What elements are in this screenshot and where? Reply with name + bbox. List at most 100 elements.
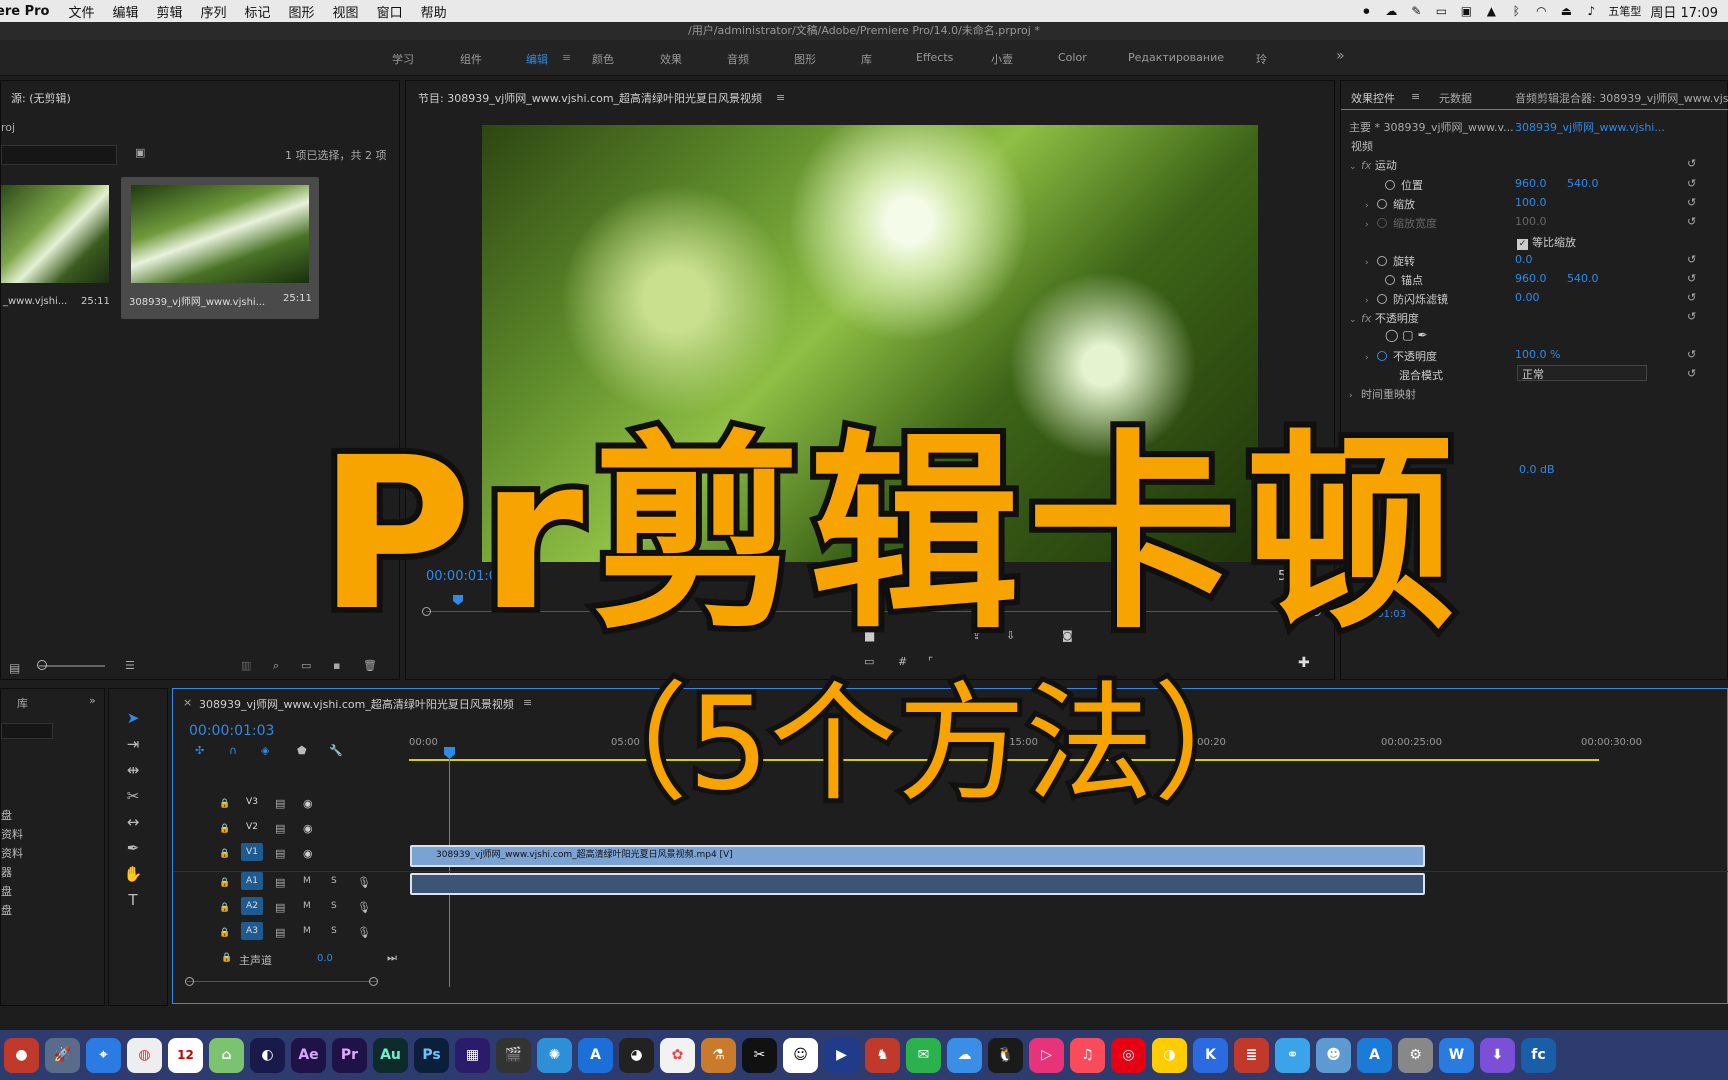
expand-icon[interactable]: ›: [1365, 296, 1377, 306]
effect-time-remap[interactable]: 时间重映射: [1361, 388, 1416, 401]
list-item[interactable]: 盘: [1, 883, 12, 899]
hand-tool-icon[interactable]: ✋: [123, 865, 143, 885]
lock-icon[interactable]: 🔒: [221, 953, 232, 963]
zoom-scrollbar[interactable]: [187, 981, 377, 982]
scale-value[interactable]: 100.0: [1515, 196, 1547, 209]
sync-lock-icon[interactable]: ▤: [275, 926, 285, 939]
wechat-icon[interactable]: ✉: [906, 1037, 941, 1073]
audio-clip[interactable]: [410, 873, 1425, 895]
ws-effects-en[interactable]: Effects: [916, 51, 953, 64]
anchor-x-value[interactable]: 960.0: [1515, 272, 1547, 285]
calendar-icon[interactable]: 12: [168, 1037, 203, 1073]
app-menu[interactable]: ere Pro: [0, 4, 59, 19]
ws-editing[interactable]: 编辑: [526, 51, 548, 67]
program-title[interactable]: 节目: 308939_vj师网_www.vjshi.com_超高清绿叶阳光夏日风…: [418, 90, 762, 106]
reset-icon[interactable]: ↺: [1687, 177, 1699, 190]
menu-markers[interactable]: 标记: [236, 2, 280, 21]
ws-color-en[interactable]: Color: [1058, 51, 1087, 64]
eye-icon[interactable]: ◉: [303, 797, 313, 810]
stopwatch-icon[interactable]: [1377, 351, 1387, 361]
expand-icon[interactable]: ›: [1365, 258, 1377, 268]
trash-icon[interactable]: 🗑: [363, 659, 377, 672]
ws-graphics[interactable]: 图形: [794, 51, 816, 67]
new-item-icon[interactable]: ▪: [333, 659, 340, 672]
track-label-a1[interactable]: A1: [241, 872, 263, 890]
ws-audio[interactable]: 音频: [727, 51, 749, 67]
tab-metadata[interactable]: 元数据: [1439, 90, 1472, 106]
solo-button[interactable]: S: [331, 876, 337, 886]
mute-button[interactable]: M: [303, 926, 311, 936]
app-icon[interactable]: K: [1193, 1037, 1228, 1073]
list-item[interactable]: 盘: [1, 807, 12, 823]
sync-lock-icon[interactable]: ▤: [275, 876, 285, 889]
audition-icon[interactable]: Au: [373, 1037, 408, 1073]
lock-icon[interactable]: 🔒: [219, 928, 230, 938]
rotation-value[interactable]: 0.0: [1515, 253, 1533, 266]
stopwatch-icon[interactable]: [1377, 199, 1387, 209]
clip-selector[interactable]: 308939_vj师网_www.vjshi...: [1515, 119, 1665, 135]
position-y-value[interactable]: 540.0: [1567, 177, 1599, 190]
photoshop-icon[interactable]: Ps: [414, 1037, 449, 1073]
add-marker-icon[interactable]: ⬟: [297, 744, 307, 757]
new-bin-icon[interactable]: ▭: [301, 659, 311, 672]
add-button-icon[interactable]: ✚: [1298, 655, 1310, 671]
premiere-icon[interactable]: Pr: [332, 1037, 367, 1073]
menu-sequence[interactable]: 序列: [192, 2, 236, 21]
magnet-icon[interactable]: ∩: [229, 744, 237, 757]
uniform-scale-checkbox[interactable]: ✓: [1517, 239, 1528, 250]
ws-editing-ru[interactable]: Редактирование: [1128, 51, 1224, 64]
ws-library[interactable]: 库: [861, 51, 872, 67]
list-view-icon[interactable]: ▤: [9, 661, 20, 675]
playhead-handle[interactable]: [444, 747, 455, 759]
pen-icon[interactable]: ✎: [1408, 4, 1424, 18]
app-icon[interactable]: ⬇: [1480, 1037, 1515, 1073]
sequence-tab[interactable]: 308939_vj师网_www.vjshi.com_超高清绿叶阳光夏日风景视频: [199, 696, 514, 712]
track-label-a3[interactable]: A3: [241, 922, 263, 940]
app-icon[interactable]: ☺: [783, 1037, 818, 1073]
netease-music-icon[interactable]: ◎: [1111, 1037, 1146, 1073]
eye-icon[interactable]: ◉: [303, 822, 313, 835]
ws-color[interactable]: 颜色: [592, 51, 614, 67]
tab-library[interactable]: 库: [17, 695, 28, 711]
list-item[interactable]: 资料: [1, 845, 23, 861]
opacity-value[interactable]: 100.0 %: [1515, 348, 1560, 361]
photo-icon[interactable]: ▣: [1458, 4, 1474, 18]
solo-button[interactable]: S: [331, 926, 337, 936]
anchor-y-value[interactable]: 540.0: [1567, 272, 1599, 285]
bluetooth-icon[interactable]: ᛒ: [1508, 4, 1524, 18]
sync-lock-icon[interactable]: ▤: [275, 797, 285, 810]
position-x-value[interactable]: 960.0: [1515, 177, 1547, 190]
list-item[interactable]: 资料: [1, 826, 23, 842]
menu-graphics[interactable]: 图形: [280, 2, 324, 21]
app-icon[interactable]: ≣: [1234, 1037, 1269, 1073]
stopwatch-icon[interactable]: [1377, 294, 1387, 304]
cinema4d-icon[interactable]: ◐: [250, 1037, 285, 1073]
maps-icon[interactable]: ⌂: [209, 1037, 244, 1073]
blend-mode-select[interactable]: 正常: [1517, 365, 1647, 381]
reset-icon[interactable]: ↺: [1687, 196, 1699, 209]
track-label-v1[interactable]: V1: [241, 843, 263, 861]
collapse-icon[interactable]: ⌄: [1349, 315, 1361, 325]
track-label-v3[interactable]: V3: [241, 793, 263, 811]
finder-icon[interactable]: ☻: [1316, 1037, 1351, 1073]
menu-clip[interactable]: 剪辑: [147, 2, 191, 21]
reset-icon[interactable]: ↺: [1687, 367, 1699, 380]
eject-icon[interactable]: ⏏: [1558, 4, 1574, 18]
ws-custom[interactable]: 小壹: [991, 51, 1013, 67]
clip-thumbnail[interactable]: [1, 185, 109, 283]
selection-tool-icon[interactable]: ➤: [123, 709, 143, 729]
track-select-tool-icon[interactable]: ⇥: [123, 735, 143, 755]
display-icon[interactable]: ▭: [1433, 4, 1449, 18]
motion-icon[interactable]: ▦: [455, 1037, 490, 1073]
pen-mask-icon[interactable]: ✒: [1417, 328, 1427, 342]
ws-assembly[interactable]: 组件: [460, 51, 482, 67]
app-store-icon[interactable]: A: [1357, 1037, 1392, 1073]
ripple-edit-tool-icon[interactable]: ⇹: [123, 761, 143, 781]
reset-icon[interactable]: ↺: [1687, 272, 1699, 285]
youku-icon[interactable]: ▷: [1029, 1037, 1064, 1073]
pen-tool-icon[interactable]: ✒: [123, 839, 143, 859]
stopwatch-icon[interactable]: [1385, 180, 1395, 190]
project-search-input[interactable]: [1, 145, 117, 165]
after-effects-icon[interactable]: Ae: [291, 1037, 326, 1073]
automate-icon[interactable]: ▥: [241, 659, 251, 672]
